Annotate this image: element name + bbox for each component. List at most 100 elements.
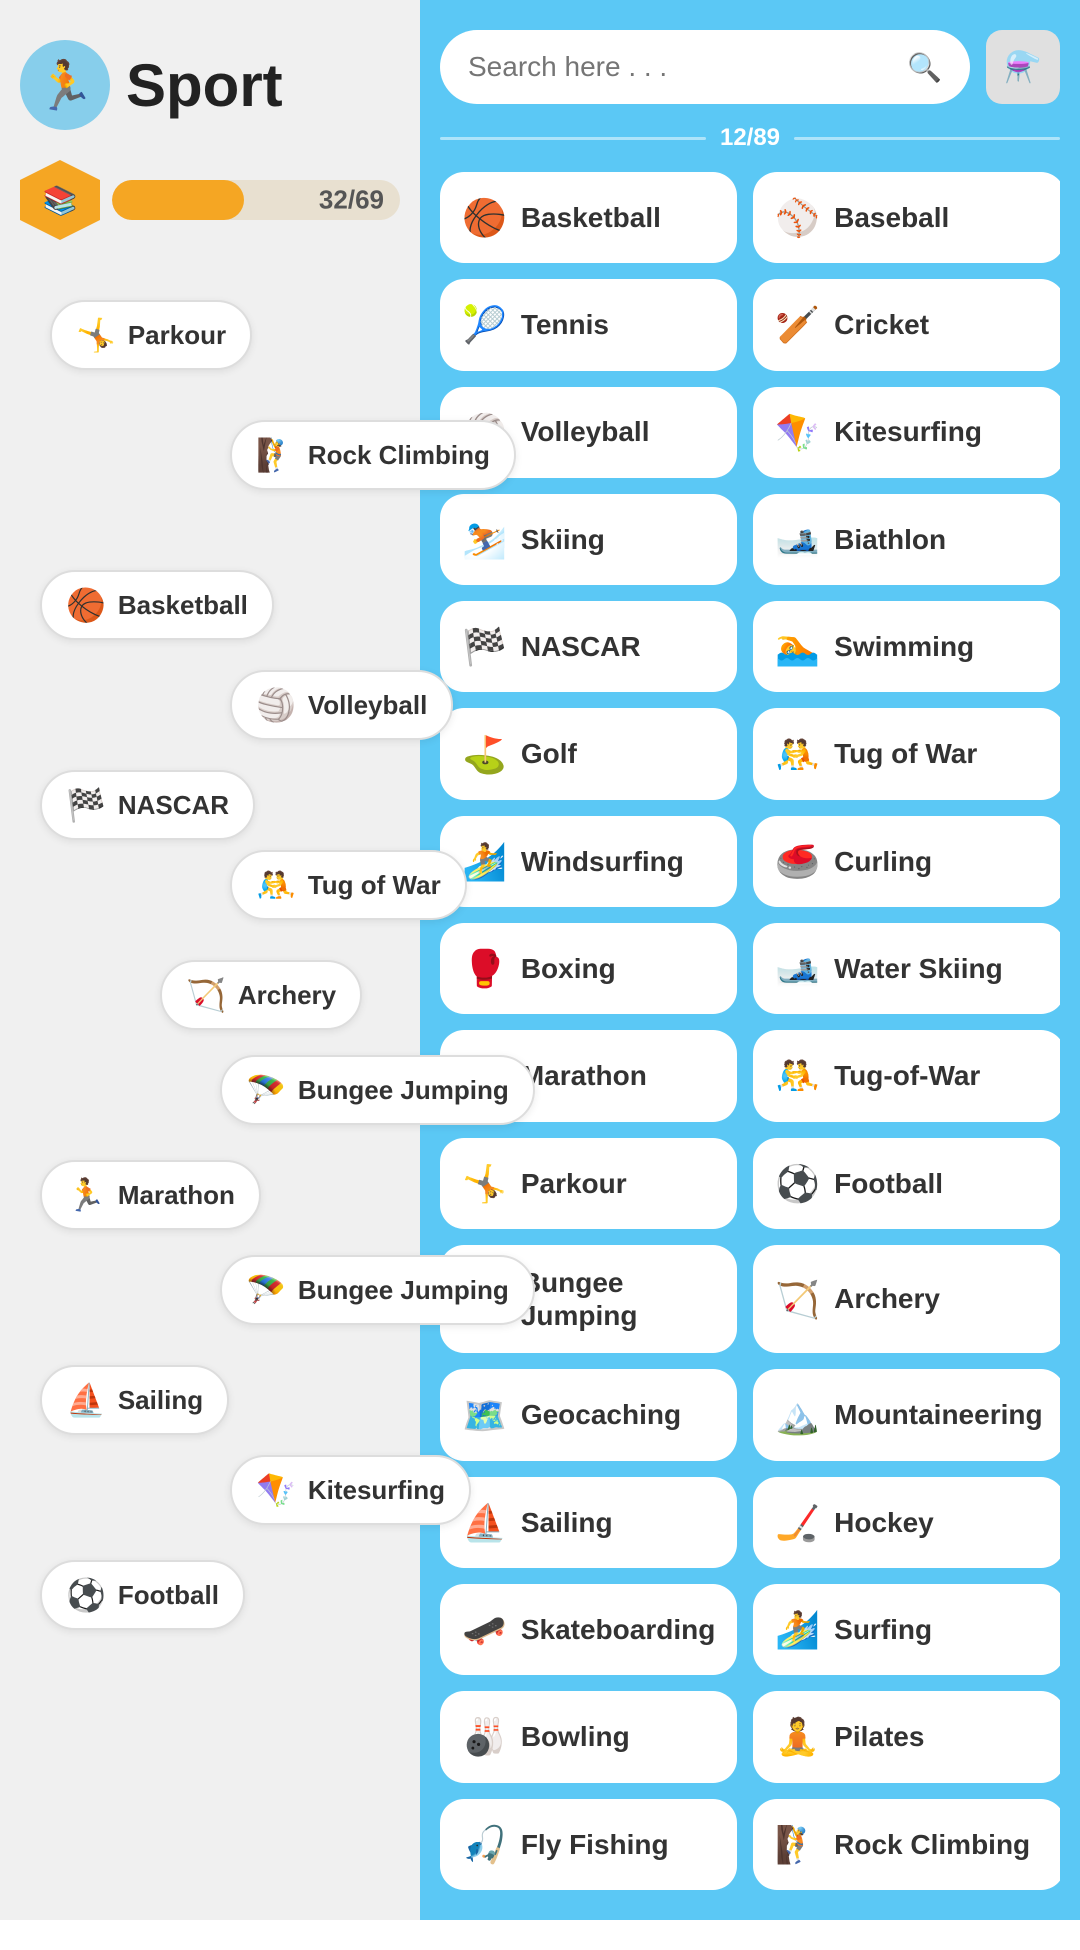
sport-grid-label: Parkour <box>521 1167 627 1201</box>
grid-sport-item-mountaineering[interactable]: 🏔️ Mountaineering <box>753 1369 1060 1460</box>
filter-button[interactable]: ⚗️ <box>986 30 1060 104</box>
search-icon: 🔍 <box>907 51 942 84</box>
progress-label: 32/69 <box>319 185 384 216</box>
sport-grid-emoji: 🏹 <box>775 1278 820 1321</box>
sport-grid-emoji: 🎣 <box>462 1823 507 1866</box>
sport-grid-emoji: ⚽ <box>775 1162 820 1205</box>
sport-grid-emoji: 🗺️ <box>462 1394 507 1437</box>
grid-sport-item-water-skiing[interactable]: 🎿 Water Skiing <box>753 923 1060 1014</box>
grid-sport-item-windsurfing[interactable]: 🏄 Windsurfing <box>440 816 737 907</box>
left-panel: 🏃 Sport 📚 32/69 🤸 Parkour🧗 Rock Climbing… <box>0 0 420 1920</box>
grid-sport-item-skateboarding[interactable]: 🛹 Skateboarding <box>440 1584 737 1675</box>
grid-sport-item-archery[interactable]: 🏹 Archery <box>753 1245 1060 1353</box>
grid-sport-item-parkour[interactable]: 🤸 Parkour <box>440 1138 737 1229</box>
progress-indicator: 12/89 <box>440 124 1060 152</box>
sport-grid-label: Football <box>834 1167 943 1201</box>
left-sport-item-bungee-jumping-2[interactable]: 🪂 Bungee Jumping <box>220 1255 535 1325</box>
grid-sport-item-rock-climbing[interactable]: 🧗 Rock Climbing <box>753 1799 1060 1890</box>
left-sport-item-marathon[interactable]: 🏃 Marathon <box>40 1160 261 1230</box>
grid-sport-item-swimming[interactable]: 🏊 Swimming <box>753 601 1060 692</box>
grid-sport-item-cricket[interactable]: 🏏 Cricket <box>753 279 1060 370</box>
sport-grid-label: Surfing <box>834 1613 932 1647</box>
progress-count: 12/89 <box>720 124 780 152</box>
grid-sport-item-tennis[interactable]: 🎾 Tennis <box>440 279 737 370</box>
left-sport-item-bungee-jumping-1[interactable]: 🪂 Bungee Jumping <box>220 1055 535 1125</box>
left-sport-item-rock-climbing[interactable]: 🧗 Rock Climbing <box>230 420 516 490</box>
sport-emoji: 🪁 <box>256 1471 296 1509</box>
grid-sport-item-golf[interactable]: ⛳ Golf <box>440 708 737 799</box>
left-sport-item-kitesurfing[interactable]: 🪁 Kitesurfing <box>230 1455 471 1525</box>
sport-emoji: ⚽ <box>66 1576 106 1614</box>
grid-sport-item-tug-of-war[interactable]: 🤼 Tug of War <box>753 708 1060 799</box>
search-input[interactable] <box>468 51 893 83</box>
sport-grid-emoji: 🎳 <box>462 1715 507 1758</box>
grid-sport-item-geocaching[interactable]: 🗺️ Geocaching <box>440 1369 737 1460</box>
sport-grid-label: Tug-of-War <box>834 1059 980 1093</box>
sport-grid-label: Fly Fishing <box>521 1828 669 1862</box>
grid-sport-item-pilates[interactable]: 🧘 Pilates <box>753 1691 1060 1782</box>
sport-grid-label: Volleyball <box>521 415 650 449</box>
left-sport-item-sailing[interactable]: ⛵ Sailing <box>40 1365 229 1435</box>
grid-sport-item-surfing[interactable]: 🏄 Surfing <box>753 1584 1060 1675</box>
sport-grid-label: Bowling <box>521 1720 630 1754</box>
sport-emoji: 🤸 <box>76 316 116 354</box>
grid-sport-item-hockey[interactable]: 🏒 Hockey <box>753 1477 1060 1568</box>
right-panel: 🔍 ⚗️ 12/89 🏀 Basketball⚾ Baseball🎾 Tenni… <box>420 0 1080 1920</box>
sport-grid-label: Tug of War <box>834 737 977 771</box>
search-box[interactable]: 🔍 <box>440 30 970 104</box>
sport-label: Archery <box>238 980 336 1011</box>
grid-sport-item-tug-of-war-2[interactable]: 🤼 Tug-of-War <box>753 1030 1060 1121</box>
sport-emoji: 🧗 <box>256 436 296 474</box>
left-sport-item-parkour[interactable]: 🤸 Parkour <box>50 300 252 370</box>
sport-emoji: 🪂 <box>246 1071 286 1109</box>
sport-grid-label: Marathon <box>521 1059 647 1093</box>
sport-grid-label: Boxing <box>521 952 616 986</box>
progress-fill <box>112 180 244 220</box>
grid-sport-item-basketball[interactable]: 🏀 Basketball <box>440 172 737 263</box>
left-sport-item-football[interactable]: ⚽ Football <box>40 1560 245 1630</box>
left-sport-item-volleyball[interactable]: 🏐 Volleyball <box>230 670 453 740</box>
grid-sport-item-fly-fishing[interactable]: 🎣 Fly Fishing <box>440 1799 737 1890</box>
sport-grid-emoji: 🎿 <box>775 518 820 561</box>
sport-grid-emoji: 🪁 <box>775 411 820 454</box>
grid-sport-item-baseball[interactable]: ⚾ Baseball <box>753 172 1060 263</box>
sport-label: Tug of War <box>308 870 441 901</box>
sport-emoji: 🏀 <box>66 586 106 624</box>
sport-label: Volleyball <box>308 690 427 721</box>
sport-emoji: 🏐 <box>256 686 296 724</box>
sport-grid-emoji: 🧗 <box>775 1823 820 1866</box>
grid-sport-item-biathlon[interactable]: 🎿 Biathlon <box>753 494 1060 585</box>
grid-sport-item-sailing[interactable]: ⛵ Sailing <box>440 1477 737 1568</box>
grid-sport-item-bowling[interactable]: 🎳 Bowling <box>440 1691 737 1782</box>
grid-sport-item-boxing[interactable]: 🥊 Boxing <box>440 923 737 1014</box>
sport-grid-emoji: 🏊 <box>775 625 820 668</box>
left-sport-item-archery[interactable]: 🏹 Archery <box>160 960 362 1030</box>
header-icon: 🏃 <box>20 40 110 130</box>
grid-sport-item-curling[interactable]: 🥌 Curling <box>753 816 1060 907</box>
progress-line-left <box>440 137 706 140</box>
sport-emoji: 🏃 <box>66 1176 106 1214</box>
sport-grid-label: Bungee Jumping <box>521 1266 715 1333</box>
sport-grid-emoji: 🏏 <box>775 303 820 346</box>
sport-label: Basketball <box>118 590 248 621</box>
sport-grid-emoji: 🎿 <box>775 947 820 990</box>
sport-grid-label: Sailing <box>521 1506 613 1540</box>
left-items-container: 🤸 Parkour🧗 Rock Climbing🏀 Basketball🏐 Vo… <box>20 280 400 1950</box>
sport-grid-emoji: 🥌 <box>775 840 820 883</box>
left-sport-item-nascar[interactable]: 🏁 NASCAR <box>40 770 255 840</box>
header: 🏃 Sport <box>20 40 400 130</box>
sport-grid-label: Baseball <box>834 201 949 235</box>
grid-sport-item-nascar[interactable]: 🏁 NASCAR <box>440 601 737 692</box>
sport-grid-label: Windsurfing <box>521 845 684 879</box>
grid-sport-item-skiing[interactable]: ⛷️ Skiing <box>440 494 737 585</box>
sport-grid-emoji: 🤼 <box>775 733 820 776</box>
sport-grid-emoji: 🥊 <box>462 947 507 990</box>
sport-grid-emoji: 🏀 <box>462 196 507 239</box>
grid-sport-item-football[interactable]: ⚽ Football <box>753 1138 1060 1229</box>
sport-grid-label: Basketball <box>521 201 661 235</box>
left-sport-item-basketball[interactable]: 🏀 Basketball <box>40 570 274 640</box>
sport-grid-emoji: ⛷️ <box>462 518 507 561</box>
left-sport-item-tug-of-war[interactable]: 🤼 Tug of War <box>230 850 467 920</box>
grid-sport-item-kitesurfing[interactable]: 🪁 Kitesurfing <box>753 387 1060 478</box>
sport-grid-label: Golf <box>521 737 577 771</box>
